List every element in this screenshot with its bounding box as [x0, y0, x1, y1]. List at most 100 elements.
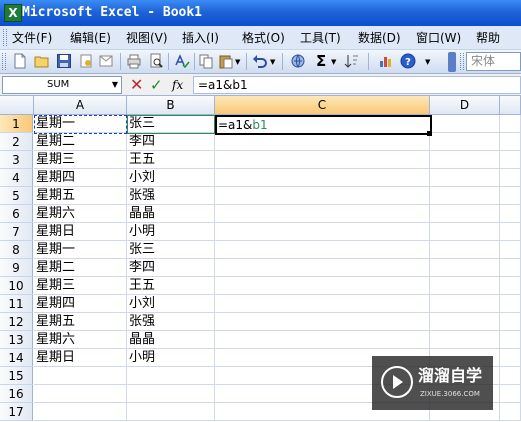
cell-c9[interactable] [215, 259, 430, 277]
cell-b2[interactable]: 李四 [127, 133, 215, 151]
toolbar-grip-handle[interactable] [2, 53, 6, 70]
cell-b11[interactable]: 小刘 [127, 295, 215, 313]
autosum-dropdown-arrow[interactable]: ▼ [331, 58, 336, 66]
cell-d2[interactable] [430, 133, 500, 151]
autosum-icon[interactable]: Σ [316, 51, 326, 71]
cell-e7[interactable] [500, 223, 521, 241]
row-header-1[interactable]: 1 [0, 115, 33, 133]
cell-a13[interactable]: 星期六 [34, 331, 127, 349]
cell-d9[interactable] [430, 259, 500, 277]
cell-a10[interactable]: 星期三 [34, 277, 127, 295]
cell-c2[interactable] [215, 133, 430, 151]
menu-insert[interactable]: 插入(I) [182, 26, 219, 50]
cell-c6[interactable] [215, 205, 430, 223]
cell-c5[interactable] [215, 187, 430, 205]
column-header-c[interactable]: C [215, 96, 430, 115]
cell-a11[interactable]: 星期四 [34, 295, 127, 313]
row-header-16[interactable]: 16 [0, 385, 33, 403]
font-name-box[interactable]: 宋体 [466, 52, 521, 71]
undo-dropdown-arrow[interactable]: ▼ [270, 58, 275, 66]
cell-a14[interactable]: 星期日 [34, 349, 127, 367]
cell-d3[interactable] [430, 151, 500, 169]
cell-b14[interactable]: 小明 [127, 349, 215, 367]
cell-e14[interactable] [500, 349, 521, 367]
row-header-12[interactable]: 12 [0, 313, 33, 331]
row-header-4[interactable]: 4 [0, 169, 33, 187]
row-header-3[interactable]: 3 [0, 151, 33, 169]
cell-e6[interactable] [500, 205, 521, 223]
row-header-17[interactable]: 17 [0, 403, 33, 421]
row-header-10[interactable]: 10 [0, 277, 33, 295]
cell-d7[interactable] [430, 223, 500, 241]
row-header-6[interactable]: 6 [0, 205, 33, 223]
row-header-9[interactable]: 9 [0, 259, 33, 277]
copy-icon[interactable] [198, 53, 214, 69]
cell-e15[interactable] [500, 367, 521, 385]
insert-function-button[interactable]: fx [172, 76, 183, 94]
cell-a6[interactable]: 星期六 [34, 205, 127, 223]
cell-b10[interactable]: 王五 [127, 277, 215, 295]
cell-e10[interactable] [500, 277, 521, 295]
cell-b5[interactable]: 张强 [127, 187, 215, 205]
permission-icon[interactable] [78, 53, 94, 69]
cell-b4[interactable]: 小刘 [127, 169, 215, 187]
help-icon[interactable]: ? [400, 53, 416, 69]
cell-e16[interactable] [500, 385, 521, 403]
name-box-dropdown-arrow[interactable]: ▼ [109, 77, 121, 93]
cell-a7[interactable]: 星期日 [34, 223, 127, 241]
cell-b16[interactable] [127, 385, 215, 403]
cell-e5[interactable] [500, 187, 521, 205]
cell-d10[interactable] [430, 277, 500, 295]
cell-a9[interactable]: 星期二 [34, 259, 127, 277]
print-preview-icon[interactable] [148, 53, 164, 69]
cell-d4[interactable] [430, 169, 500, 187]
row-header-2[interactable]: 2 [0, 133, 33, 151]
toolbar-overflow-button[interactable] [448, 52, 456, 72]
row-header-14[interactable]: 14 [0, 349, 33, 367]
cell-b15[interactable] [127, 367, 215, 385]
menu-file[interactable]: 文件(F) [12, 26, 52, 50]
cell-d5[interactable] [430, 187, 500, 205]
row-header-13[interactable]: 13 [0, 331, 33, 349]
menu-window[interactable]: 窗口(W) [416, 26, 461, 50]
cell-c3[interactable] [215, 151, 430, 169]
hyperlink-icon[interactable] [290, 53, 306, 69]
cell-e17[interactable] [500, 403, 521, 421]
row-header-15[interactable]: 15 [0, 367, 33, 385]
confirm-entry-button[interactable]: ✓ [150, 75, 163, 95]
cell-c13[interactable] [215, 331, 430, 349]
menu-data[interactable]: 数据(D) [358, 26, 401, 50]
cell-d11[interactable] [430, 295, 500, 313]
cell-a5[interactable]: 星期五 [34, 187, 127, 205]
cell-a15[interactable] [34, 367, 127, 385]
formatting-toolbar-grip[interactable] [460, 53, 464, 70]
select-all-corner[interactable] [0, 96, 34, 115]
cell-d12[interactable] [430, 313, 500, 331]
cell-c10[interactable] [215, 277, 430, 295]
paste-icon[interactable] [218, 53, 234, 69]
cell-e3[interactable] [500, 151, 521, 169]
cell-a17[interactable] [34, 403, 127, 421]
column-header-a[interactable]: A [34, 96, 127, 115]
chart-icon[interactable] [378, 53, 394, 69]
email-icon[interactable] [98, 53, 114, 69]
cell-b7[interactable]: 小明 [127, 223, 215, 241]
row-header-11[interactable]: 11 [0, 295, 33, 313]
cell-b12[interactable]: 张强 [127, 313, 215, 331]
cell-a16[interactable] [34, 385, 127, 403]
paste-dropdown-arrow[interactable]: ▼ [235, 58, 240, 66]
cell-e8[interactable] [500, 241, 521, 259]
cell-e11[interactable] [500, 295, 521, 313]
fill-handle[interactable] [427, 131, 432, 136]
cell-d13[interactable] [430, 331, 500, 349]
undo-icon[interactable] [252, 53, 268, 69]
cell-d1[interactable] [430, 115, 500, 133]
menu-format[interactable]: 格式(O) [242, 26, 285, 50]
row-header-7[interactable]: 7 [0, 223, 33, 241]
cell-c11[interactable] [215, 295, 430, 313]
spelling-icon[interactable] [174, 53, 190, 69]
row-header-5[interactable]: 5 [0, 187, 33, 205]
menu-tools[interactable]: 工具(T) [300, 26, 341, 50]
cell-b13[interactable]: 晶晶 [127, 331, 215, 349]
excel-app-icon[interactable]: X [4, 4, 22, 22]
